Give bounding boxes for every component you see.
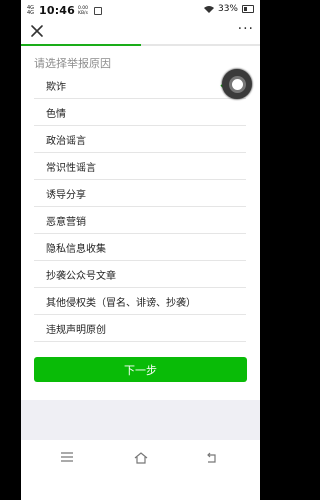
wifi-icon [203,6,214,13]
reason-list: 欺诈色情政治谣言常识性谣言诱导分享恶意营销隐私信息收集 抄袭公众号文章其他侵权类（… [34,72,246,342]
reason-label: 政治谣言 [46,135,86,147]
floating-assistive-touch-button[interactable] [222,69,252,99]
back-icon[interactable] [205,452,217,464]
home-icon[interactable] [134,452,148,464]
reason-label: 常识性谣言 [46,162,96,174]
reason-item[interactable]: 政治谣言 [34,126,246,153]
clock: 10:46 [39,4,76,17]
progress-fill [21,44,141,46]
reason-item[interactable]: 恶意营销 [34,207,246,234]
reason-label: 诱导分享 [46,189,86,201]
reason-label: 其他侵权类（冒名、诽谤、抄袭） [46,297,196,309]
progress-track [21,44,260,46]
status-bar: 4G 4G 10:46 0.00 KB/s 33% [21,0,260,18]
status-left: 4G 4G 10:46 0.00 KB/s [27,4,103,17]
reason-item[interactable]: 欺诈 [34,72,246,99]
page-footer-area [21,400,260,440]
top-nav-bar: ··· [21,18,260,46]
reason-label: 色情 [46,108,66,120]
reason-item[interactable]: 抄袭公众号文章 [34,261,246,288]
reason-label: 抄袭公众号文章 [46,270,116,282]
reason-label: 隐私信息收集 [46,243,106,255]
network-indicator: 4G 4G [27,4,35,16]
reason-item[interactable]: 隐私信息收集 [34,234,246,261]
network-speed: 0.00 KB/s [78,5,89,16]
reason-item[interactable]: 色情 [34,99,246,126]
battery-icon [242,5,254,13]
notification-icon [94,6,103,15]
reason-label: 违规声明原创 [46,324,106,336]
report-prompt: 请选择举报原因 [34,57,111,70]
reason-item[interactable]: 违规声明原创 [34,315,246,342]
more-options-icon[interactable]: ··· [238,21,254,37]
reason-label: 恶意营销 [46,216,86,228]
phone-screen: 4G 4G 10:46 0.00 KB/s 33% ··· 请选择举报原因 欺诈… [21,0,260,500]
system-navigation-bar [21,440,260,500]
close-icon[interactable] [28,22,46,40]
menu-icon[interactable] [61,452,73,462]
assistive-touch-icon [228,75,246,93]
reason-item[interactable]: 其他侵权类（冒名、诽谤、抄袭） [34,288,246,315]
reason-item[interactable]: 常识性谣言 [34,153,246,180]
reason-label: 欺诈 [46,81,66,93]
status-right: 33% [203,4,254,14]
next-step-button[interactable]: 下一步 [34,357,247,382]
reason-item[interactable]: 诱导分享 [34,180,246,207]
battery-percent: 33% [217,4,238,14]
